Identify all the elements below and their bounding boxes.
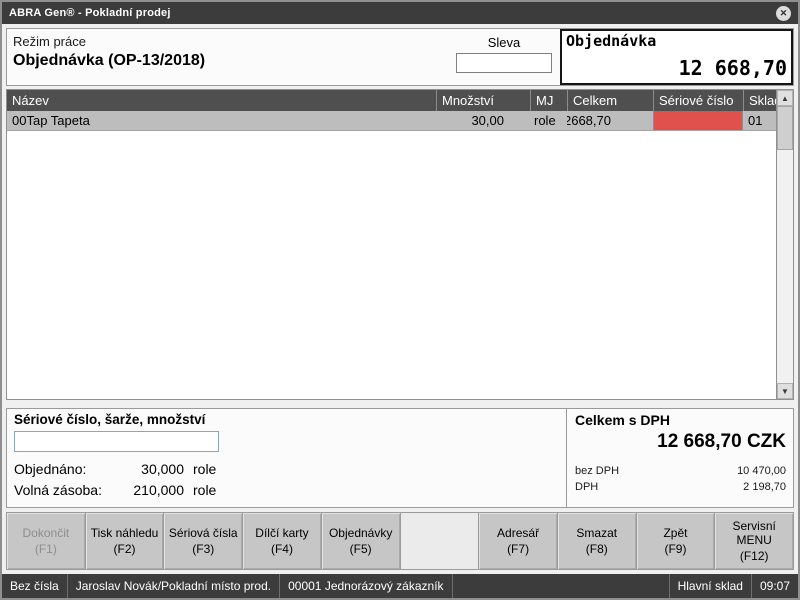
status-document-number: Bez čísla xyxy=(2,574,68,598)
column-header-celkem: Celkem xyxy=(567,90,653,111)
discount-block: Sleva xyxy=(454,29,554,85)
without-vat-row: bez DPH 10 470,00 xyxy=(575,463,786,479)
work-mode-label: Režim práce xyxy=(13,34,205,49)
close-button[interactable]: ✕ xyxy=(776,6,791,21)
free-stock-row: Volná zásoba: 210,000 role xyxy=(14,480,559,501)
statusbar: Bez čísla Jaroslav Novák/Pokladní místo … xyxy=(2,574,798,598)
column-header-mnozstvi: Množství xyxy=(436,90,530,111)
status-customer: 00001 Jednorázový zákazník xyxy=(280,574,452,598)
discount-input[interactable] xyxy=(456,53,552,73)
back-label: Zpět xyxy=(663,526,687,540)
address-book-button[interactable]: Adresář (F7) xyxy=(478,512,558,570)
back-button[interactable]: Zpět (F9) xyxy=(636,512,716,570)
work-mode-value: Objednávka (OP-13/2018) xyxy=(13,52,205,70)
orders-key: (F5) xyxy=(350,542,372,556)
finish-button-key: (F1) xyxy=(35,542,57,556)
cell-mj: role xyxy=(530,111,567,130)
scroll-up-button[interactable]: ▲ xyxy=(777,90,793,106)
print-preview-button[interactable]: Tisk náhledu (F2) xyxy=(85,512,165,570)
header-panel: Režim práce Objednávka (OP-13/2018) Slev… xyxy=(6,28,794,86)
totals-panel: Celkem s DPH 12 668,70 CZK bez DPH 10 47… xyxy=(567,409,793,507)
scrollbar-track[interactable] xyxy=(777,106,793,383)
orders-button[interactable]: Objednávky (F5) xyxy=(321,512,401,570)
status-operator: Jaroslav Novák/Pokladní místo prod. xyxy=(68,574,280,598)
ordered-label: Objednáno: xyxy=(14,459,122,480)
window-title: ABRA Gen® - Pokladní prodej xyxy=(9,7,171,19)
serial-entry-label: Sériové číslo, šarže, množství xyxy=(14,412,559,427)
free-stock-label: Volná zásoba: xyxy=(14,480,122,501)
service-menu-key: (F12) xyxy=(740,549,769,563)
status-warehouse: Hlavní sklad xyxy=(670,574,752,598)
status-spacer xyxy=(453,574,670,598)
column-header-sklad: Sklad xyxy=(743,90,776,111)
work-mode-block: Režim práce Objednávka (OP-13/2018) xyxy=(7,29,211,85)
function-button-bar: Dokončit (F1) Tisk náhledu (F2) Sériová … xyxy=(6,512,794,570)
subcards-button[interactable]: Dílčí karty (F4) xyxy=(242,512,322,570)
back-key: (F9) xyxy=(664,542,686,556)
display-amount: 12 668,70 xyxy=(566,56,787,80)
app-window: ABRA Gen® - Pokladní prodej ✕ Režim prác… xyxy=(0,0,800,600)
table-header: Název Množství MJ Celkem Sériové číslo S… xyxy=(7,90,776,111)
print-preview-key: (F2) xyxy=(114,542,136,556)
display-doc-type: Objednávka xyxy=(566,32,787,50)
cell-nazev: 00Tap Tapeta xyxy=(7,111,436,130)
cell-mnozstvi: 30,00 xyxy=(436,111,530,130)
items-table: Název Množství MJ Celkem Sériové číslo S… xyxy=(6,89,794,400)
customer-display: Objednávka 12 668,70 xyxy=(560,29,793,85)
orders-label: Objednávky xyxy=(329,526,392,540)
delete-key: (F8) xyxy=(586,542,608,556)
delete-label: Smazat xyxy=(576,526,617,540)
table-row[interactable]: 00Tap Tapeta 30,00 role 12668,70 01 xyxy=(7,111,776,131)
serial-entry-panel: Sériové číslo, šarže, množství Objednáno… xyxy=(7,409,567,507)
serial-numbers-key: (F3) xyxy=(192,542,214,556)
items-table-main: Název Množství MJ Celkem Sériové číslo S… xyxy=(7,90,776,399)
close-icon: ✕ xyxy=(780,9,788,18)
service-menu-button[interactable]: Servisní MENU (F12) xyxy=(714,512,794,570)
vat-label: DPH xyxy=(575,479,598,495)
service-menu-label: Servisní MENU xyxy=(717,519,791,547)
subcards-label: Dílčí karty xyxy=(255,526,308,540)
detail-panel: Sériové číslo, šarže, množství Objednáno… xyxy=(6,408,794,508)
empty-button-slot xyxy=(400,512,480,570)
without-vat-value: 10 470,00 xyxy=(737,463,786,479)
total-with-vat-value: 12 668,70 CZK xyxy=(575,431,786,453)
free-stock-unit: role xyxy=(193,480,216,501)
serial-numbers-label: Sériová čísla xyxy=(169,526,238,540)
total-with-vat-label: Celkem s DPH xyxy=(575,412,786,428)
ordered-unit: role xyxy=(193,459,216,480)
arrow-up-icon: ▲ xyxy=(781,94,789,103)
table-body: 00Tap Tapeta 30,00 role 12668,70 01 xyxy=(7,111,776,399)
ordered-value: 30,000 xyxy=(122,459,184,480)
address-book-label: Adresář xyxy=(497,526,539,540)
arrow-down-icon: ▼ xyxy=(781,387,789,396)
titlebar: ABRA Gen® - Pokladní prodej ✕ xyxy=(2,2,798,24)
address-book-key: (F7) xyxy=(507,542,529,556)
delete-button[interactable]: Smazat (F8) xyxy=(557,512,637,570)
vat-row: DPH 2 198,70 xyxy=(575,479,786,495)
cell-seriove-cislo xyxy=(653,111,743,130)
finish-button-label: Dokončit xyxy=(23,526,70,540)
ordered-row: Objednáno: 30,000 role xyxy=(14,459,559,480)
serial-input[interactable] xyxy=(14,431,219,452)
free-stock-value: 210,000 xyxy=(122,480,184,501)
scroll-down-button[interactable]: ▼ xyxy=(777,383,793,399)
scrollbar-thumb[interactable] xyxy=(777,106,793,150)
column-header-seriove-cislo: Sériové číslo xyxy=(653,90,743,111)
table-scrollbar[interactable]: ▲ ▼ xyxy=(776,90,793,399)
print-preview-label: Tisk náhledu xyxy=(91,526,159,540)
column-header-nazev: Název xyxy=(7,90,436,111)
vat-value: 2 198,70 xyxy=(743,479,786,495)
finish-button: Dokončit (F1) xyxy=(6,512,86,570)
subcards-key: (F4) xyxy=(271,542,293,556)
discount-label: Sleva xyxy=(488,35,521,50)
without-vat-label: bez DPH xyxy=(575,463,619,479)
cell-sklad: 01 xyxy=(743,111,776,130)
status-clock: 09:07 xyxy=(752,574,798,598)
cell-celkem: 12668,70 xyxy=(567,111,653,130)
window-content: Režim práce Objednávka (OP-13/2018) Slev… xyxy=(2,24,798,574)
column-header-mj: MJ xyxy=(530,90,567,111)
serial-numbers-button[interactable]: Sériová čísla (F3) xyxy=(163,512,243,570)
